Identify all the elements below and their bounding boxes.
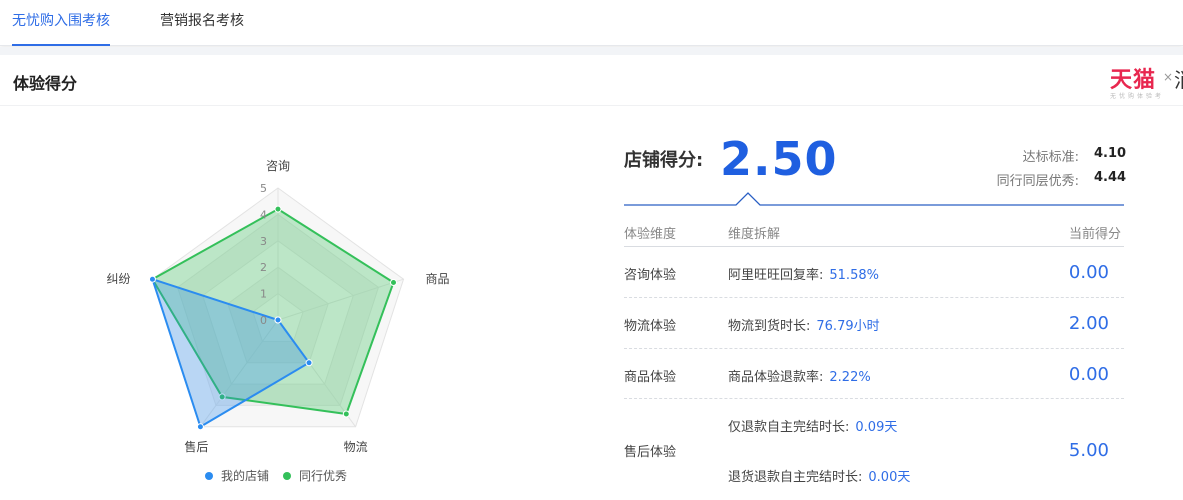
peer-excellent-value: 4.44 <box>1094 170 1127 185</box>
logo-cut-glyph: 消 <box>1174 64 1183 93</box>
radar-chart: 0 1 2 3 4 5 咨询商品物流 售后 纠纷 <box>106 158 450 454</box>
radar-point <box>274 205 282 213</box>
breakdown-value: 51.58% <box>829 268 879 283</box>
row-dimension: 咨询体验 <box>624 268 677 283</box>
row-score: 0.00 <box>1068 364 1109 385</box>
radar-point <box>196 423 204 431</box>
section-gap <box>0 47 1183 55</box>
score-divider-pointer <box>624 192 1124 206</box>
radar-axis-label: 商品 <box>426 271 450 286</box>
shop-score-label: 店铺得分: <box>624 150 704 171</box>
breakdown-label: 退货退款自主完结时长: <box>728 470 863 485</box>
shop-score-value: 2.50 <box>720 132 838 186</box>
col-header-breakdown: 维度拆解 <box>728 227 781 242</box>
radar-axis-label: 咨询 <box>266 158 290 173</box>
row-dimension: 商品体验 <box>624 370 677 385</box>
col-header-score: 当前得分 <box>1068 227 1121 242</box>
breakdown-label: 阿里旺旺回复率: <box>728 268 824 283</box>
row-score: 5.00 <box>1068 440 1109 461</box>
row-score: 2.00 <box>1068 313 1109 334</box>
logo-cross: × <box>1163 70 1174 84</box>
legend-item-peer-excellent[interactable]: 同行优秀 <box>283 467 347 484</box>
radar-axis-label: 物流 <box>344 440 368 454</box>
section-title: 体验得分 <box>13 74 78 93</box>
radar-legend: 我的店铺 同行优秀 <box>205 467 347 484</box>
breakdown-value: 2.22% <box>829 370 871 385</box>
breakdown-value: 76.79小时 <box>816 319 880 334</box>
legend-item-my-shop[interactable]: 我的店铺 <box>205 467 269 484</box>
standard-label: 达标标准: <box>1022 150 1079 165</box>
row-divider <box>624 297 1124 298</box>
breakdown-value: 0.09天 <box>855 420 898 435</box>
row-divider <box>624 348 1124 349</box>
logo-brand: 天猫 <box>1110 68 1157 93</box>
radar-scale-label: 4 <box>260 208 267 221</box>
radar-axis-label: 售后 <box>184 439 208 454</box>
radar-point <box>274 316 282 324</box>
radar-scale-label: 3 <box>260 235 267 248</box>
table-header-divider <box>624 246 1124 247</box>
col-header-dimension: 体验维度 <box>624 227 677 242</box>
breakdown-label: 仅退款自主完结时长: <box>728 420 850 435</box>
radar-scale-label: 5 <box>260 182 267 195</box>
row-divider <box>624 398 1124 399</box>
row-breakdown-item: 仅退款自主完结时长: 0.09天 <box>728 416 897 435</box>
breakdown-value: 0.00天 <box>868 470 911 485</box>
logo-tagline: 无忧购体验考 <box>1110 93 1165 100</box>
legend-dot-my-shop <box>205 471 213 480</box>
row-dimension: 售后体验 <box>624 445 677 460</box>
legend-dot-peer <box>283 471 292 480</box>
breakdown-label: 物流到货时长: <box>728 319 811 334</box>
legend-label-my-shop: 我的店铺 <box>221 469 270 483</box>
radar-point <box>305 359 313 367</box>
radar-point <box>389 278 397 286</box>
peer-excellent-label: 同行同层优秀: <box>996 174 1079 189</box>
row-breakdown-item: 阿里旺旺回复率: 51.58% <box>728 264 879 283</box>
top-tab-bar: 无忧购入围考核 营销报名考核 <box>0 0 1183 46</box>
breakdown-label: 商品体验退款率: <box>728 370 824 385</box>
radar-point <box>342 410 350 418</box>
row-dimension: 物流体验 <box>624 319 677 334</box>
row-score: 0.00 <box>1068 262 1109 283</box>
standard-value: 4.10 <box>1094 146 1127 161</box>
radar-point <box>148 275 156 283</box>
row-breakdown-item: 商品体验退款率: 2.22% <box>728 366 871 385</box>
radar-scale-label: 2 <box>260 261 267 274</box>
header-divider <box>0 105 1183 106</box>
tmall-logo: 天猫 × 消 无忧购体验考 <box>1108 62 1183 102</box>
radar-scale-label: 0 <box>260 314 267 327</box>
radar-scale-label: 1 <box>260 288 267 301</box>
tab-wuyougou-assessment[interactable]: 无忧购入围考核 <box>12 0 110 46</box>
radar-axis-label: 纠纷 <box>106 272 130 286</box>
legend-label-peer: 同行优秀 <box>299 469 348 483</box>
row-breakdown-item: 物流到货时长: 76.79小时 <box>728 315 880 334</box>
tab-marketing-assessment[interactable]: 营销报名考核 <box>160 0 244 46</box>
row-breakdown-item: 退货退款自主完结时长: 0.00天 <box>728 466 910 485</box>
